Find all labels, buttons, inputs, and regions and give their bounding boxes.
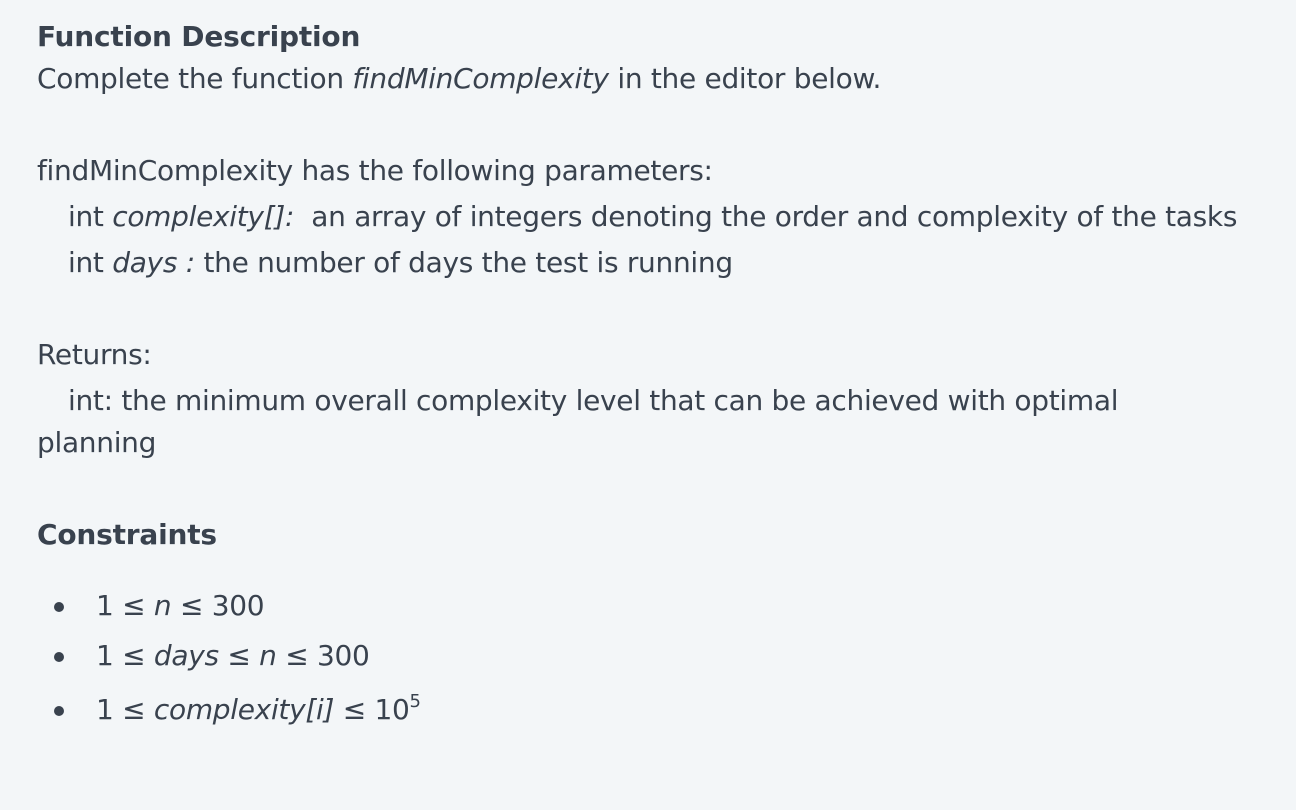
- constraint-post: ≤ 300: [171, 589, 265, 622]
- constraint-var: complexity[i]: [153, 693, 335, 726]
- complete-text-pre: Complete the function: [37, 62, 353, 95]
- constraint-var: days: [153, 639, 219, 672]
- constraint-mid: ≤: [218, 639, 260, 672]
- returns-line-2: planning: [37, 426, 157, 459]
- parameter-days: int days : the number of days the test i…: [68, 245, 733, 281]
- constraint-exponent: 5: [409, 691, 421, 712]
- function-name: findMinComplexity: [352, 62, 609, 95]
- returns-label: Returns:: [37, 338, 152, 371]
- parameter-type: int: [68, 246, 113, 279]
- constraint-var: n: [153, 589, 172, 622]
- constraint-post: ≤ 10: [334, 693, 410, 726]
- parameter-type: int: [68, 200, 113, 233]
- bullet-icon: [54, 602, 64, 612]
- constraint-text: 1 ≤ complexity[i] ≤ 105: [96, 691, 421, 732]
- complete-text-post: in the editor below.: [608, 62, 882, 95]
- constraint-pre: 1 ≤: [96, 693, 154, 726]
- constraint-var: n: [259, 639, 277, 672]
- complete-function-line: Complete the function findMinComplexity …: [37, 61, 881, 97]
- constraint-text: 1 ≤ n ≤ 300: [96, 588, 265, 624]
- constraint-pre: 1 ≤: [96, 589, 154, 622]
- bullet-icon: [54, 706, 64, 716]
- constraints-heading: Constraints: [37, 518, 217, 551]
- parameter-desc: an array of integers denoting the order …: [294, 200, 1238, 233]
- constraint-text: 1 ≤ days ≤ n ≤ 300: [96, 638, 370, 674]
- constraint-pre: 1 ≤: [96, 639, 154, 672]
- parameter-name: complexity[]:: [112, 200, 295, 233]
- bullet-icon: [54, 652, 64, 662]
- returns-line-1: int: the minimum overall complexity leve…: [68, 384, 1119, 417]
- parameter-desc: the number of days the test is running: [194, 246, 733, 279]
- parameters-intro: findMinComplexity has the following para…: [37, 154, 713, 187]
- parameter-complexity: int complexity[]: an array of integers d…: [68, 199, 1237, 235]
- constraint-post: ≤ 300: [276, 639, 370, 672]
- parameter-name: days :: [112, 246, 195, 279]
- function-description-heading: Function Description: [37, 20, 361, 53]
